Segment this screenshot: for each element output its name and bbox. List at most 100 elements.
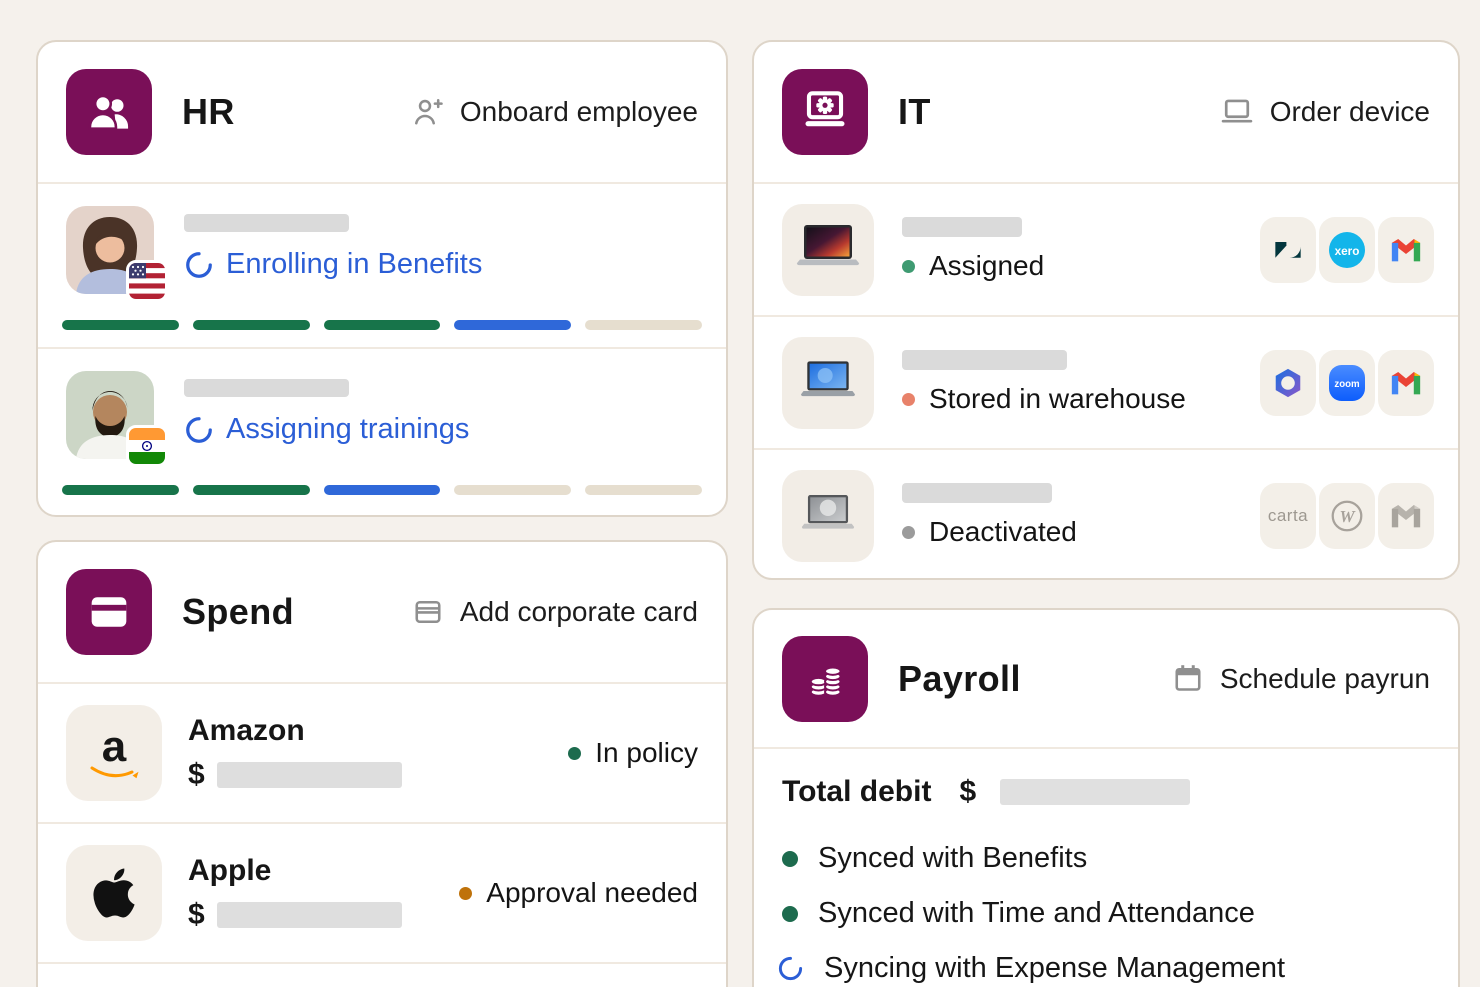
transaction-row-apple: Apple $ Approval needed xyxy=(38,822,726,962)
gmail-app-icon-gray[interactable] xyxy=(1378,483,1434,549)
sync-item-text: Synced with Time and Attendance xyxy=(818,897,1255,930)
employee-name-placeholder xyxy=(184,379,349,397)
hr-app-icon xyxy=(66,69,152,155)
it-card-header: IT Order device xyxy=(754,42,1458,182)
gmail-app-icon[interactable] xyxy=(1378,217,1434,283)
svg-text:W: W xyxy=(1339,507,1356,526)
status-dot-coral xyxy=(902,393,915,406)
device-row-3: Deactivated carta W xyxy=(754,448,1458,580)
provisioned-apps: zoom xyxy=(1260,350,1434,416)
syncing-spinner-icon xyxy=(184,250,214,280)
calendar-icon xyxy=(1170,661,1206,697)
carta-app-icon[interactable]: carta xyxy=(1260,483,1316,549)
vendor-name: Amazon xyxy=(188,714,402,748)
device-name-placeholder xyxy=(902,483,1052,503)
spend-card: Spend Add corporate card a xyxy=(36,540,728,987)
amazon-logo-icon: a xyxy=(66,705,162,801)
sync-item-expense-management: Syncing with Expense Management xyxy=(782,941,1430,987)
device-status-text: Stored in warehouse xyxy=(929,383,1186,415)
employee-row-1: Enrolling in Benefits xyxy=(38,182,726,347)
hr-card: HR Onboard employee xyxy=(36,40,728,517)
syncing-spinner-icon xyxy=(184,415,214,445)
amount-placeholder xyxy=(217,762,402,788)
employee-name-placeholder xyxy=(184,214,349,232)
provisioned-apps: xero xyxy=(1260,217,1434,283)
onboard-employee-button[interactable]: Onboard employee xyxy=(410,94,698,130)
transaction-row-amazon: a Amazon $ In policy xyxy=(38,682,726,822)
order-device-button[interactable]: Order device xyxy=(1218,93,1430,131)
gmail-app-icon[interactable] xyxy=(1378,350,1434,416)
status-dot-green xyxy=(902,260,915,273)
sync-item-text: Syncing with Expense Management xyxy=(824,952,1285,985)
laptop-icon xyxy=(1218,93,1256,131)
transaction-status-text: In policy xyxy=(595,737,698,769)
svg-text:zoom: zoom xyxy=(1334,378,1360,389)
people-icon xyxy=(83,86,135,138)
device-name-placeholder xyxy=(902,217,1022,237)
card-outline-icon xyxy=(410,594,446,630)
svg-text:xero: xero xyxy=(1335,244,1360,257)
spend-app-icon xyxy=(66,569,152,655)
status-dot-amber xyxy=(459,887,472,900)
add-corporate-card-button[interactable]: Add corporate card xyxy=(410,594,698,630)
laptop-gear-icon xyxy=(799,86,851,138)
zoom-app-icon[interactable]: zoom xyxy=(1319,350,1375,416)
payroll-card-header: Payroll Schedule payrun xyxy=(754,610,1458,747)
syncing-spinner-icon xyxy=(777,955,804,982)
apple-logo-icon xyxy=(66,845,162,941)
employee-avatar xyxy=(66,206,154,294)
onboarding-progress-bar xyxy=(62,320,702,330)
it-card-title: IT xyxy=(898,91,931,133)
transaction-row-partial xyxy=(38,962,726,987)
us-flag-icon xyxy=(126,260,168,302)
synced-dot-icon xyxy=(782,906,798,922)
windows-laptop-thumbnail xyxy=(782,337,874,429)
xero-app-icon[interactable]: xero xyxy=(1319,217,1375,283)
order-device-label: Order device xyxy=(1270,96,1430,128)
status-dot-green xyxy=(568,747,581,760)
spend-card-title: Spend xyxy=(182,591,294,633)
wordpress-app-icon[interactable]: W xyxy=(1319,483,1375,549)
employee-avatar xyxy=(66,371,154,459)
dashboard-illustration: HR Onboard employee xyxy=(0,0,1480,987)
employee-row-2: Assigning trainings xyxy=(38,347,726,512)
device-status-text: Assigned xyxy=(929,250,1044,282)
total-debit-placeholder xyxy=(1000,779,1190,805)
deprovisioned-apps: carta W xyxy=(1260,483,1434,549)
payroll-card-title: Payroll xyxy=(898,658,1021,700)
device-name-placeholder xyxy=(902,350,1067,370)
person-plus-icon xyxy=(410,94,446,130)
deactivated-laptop-thumbnail xyxy=(782,470,874,562)
macbook-thumbnail xyxy=(782,204,874,296)
payroll-sync-list: Synced with Benefits Synced with Time an… xyxy=(782,831,1430,987)
hr-card-title: HR xyxy=(182,91,235,133)
spend-card-header: Spend Add corporate card xyxy=(38,542,726,682)
status-dot-gray xyxy=(902,526,915,539)
device-row-1: Assigned xero xyxy=(754,182,1458,315)
vendor-name: Apple xyxy=(188,854,402,888)
payroll-card: Payroll Schedule payrun Total debit $ xyxy=(752,608,1460,987)
add-corporate-card-label: Add corporate card xyxy=(460,596,698,628)
credit-card-icon xyxy=(83,586,135,638)
sync-item-time-attendance: Synced with Time and Attendance xyxy=(782,886,1430,941)
coins-icon xyxy=(799,653,851,705)
currency-symbol: $ xyxy=(188,758,205,792)
zendesk-app-icon[interactable] xyxy=(1260,217,1316,283)
onboarding-progress-bar xyxy=(62,485,702,495)
onboard-employee-label: Onboard employee xyxy=(460,96,698,128)
sync-item-text: Synced with Benefits xyxy=(818,842,1087,875)
device-row-2: Stored in warehouse zoom xyxy=(754,315,1458,448)
it-card: IT Order device xyxy=(752,40,1460,580)
hr-card-header: HR Onboard employee xyxy=(38,42,726,182)
employee-status-text: Enrolling in Benefits xyxy=(226,248,482,281)
india-flag-icon xyxy=(126,425,168,467)
employee-status-text: Assigning trainings xyxy=(226,413,469,446)
payroll-body: Total debit $ Synced with Benefits Synce… xyxy=(754,747,1458,987)
total-debit-label: Total debit xyxy=(782,775,931,809)
microsoft-365-app-icon[interactable] xyxy=(1260,350,1316,416)
synced-dot-icon xyxy=(782,851,798,867)
payroll-app-icon xyxy=(782,636,868,722)
schedule-payrun-button[interactable]: Schedule payrun xyxy=(1170,661,1430,697)
device-status-text: Deactivated xyxy=(929,516,1077,548)
amount-placeholder xyxy=(217,902,402,928)
